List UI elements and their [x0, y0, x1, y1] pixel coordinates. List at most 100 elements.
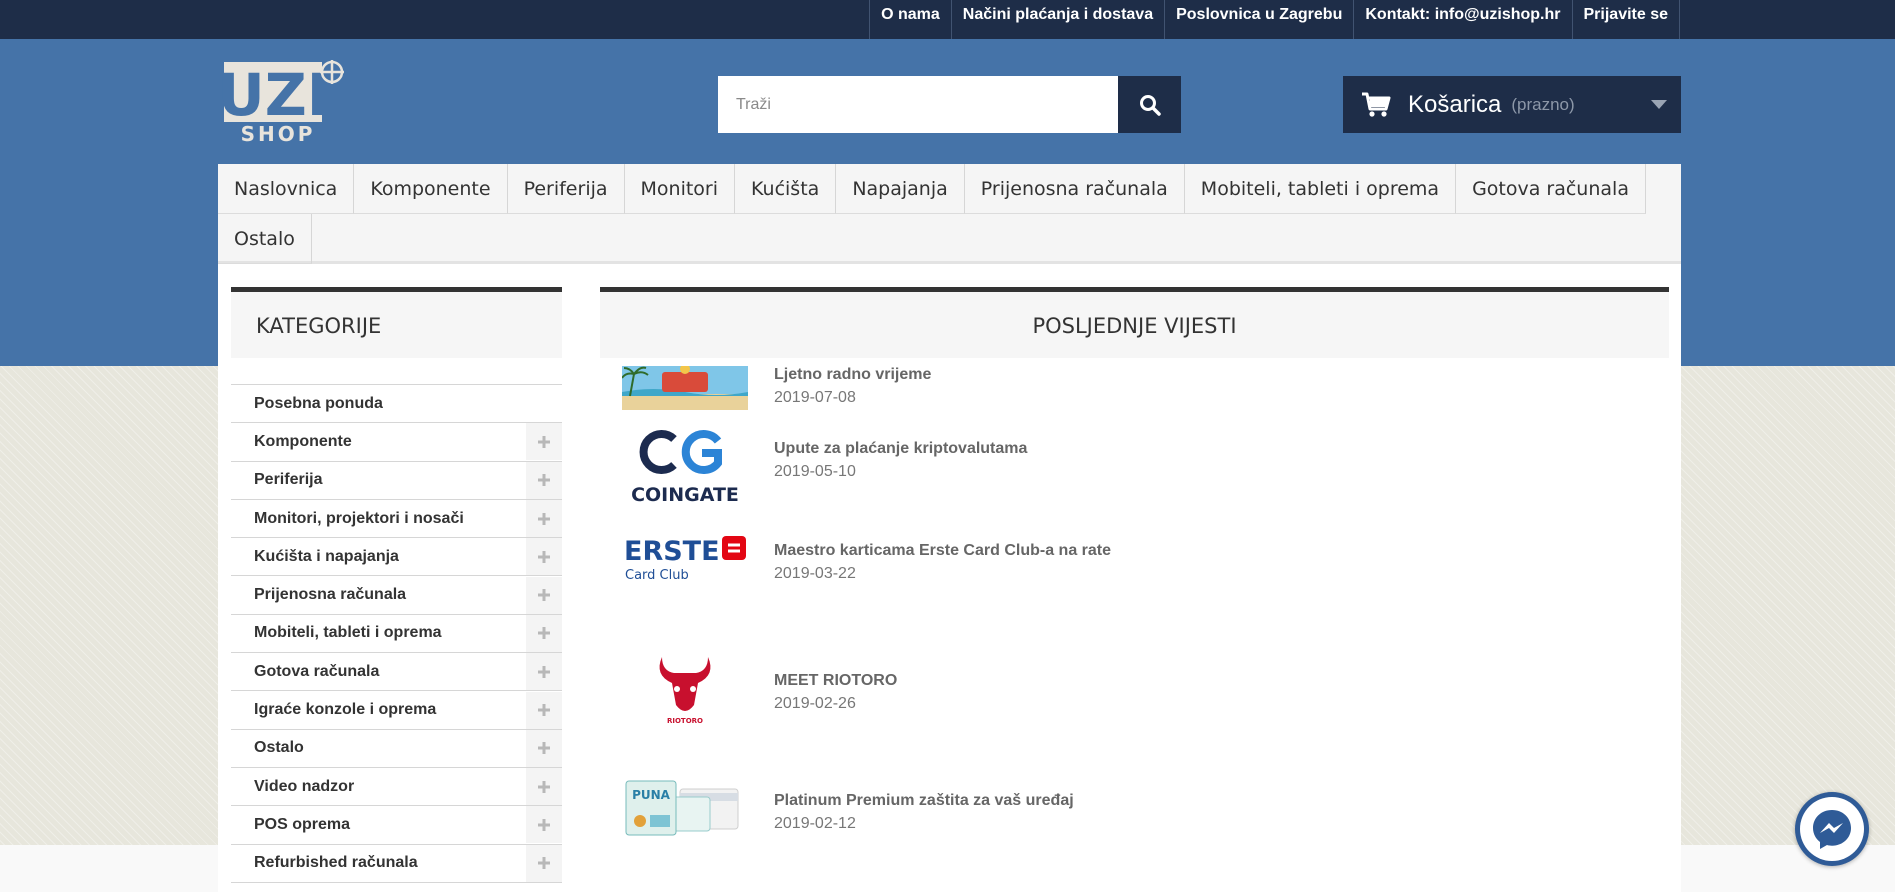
logo-bottom-text: SHOP: [241, 122, 316, 144]
menu-item-home[interactable]: Naslovnica: [218, 164, 355, 214]
news-text: Platinum Premium zaštita za vaš uređaj 2…: [774, 792, 1074, 833]
search-button[interactable]: [1118, 76, 1181, 133]
sidebar-item[interactable]: Kućišta i napajanja: [231, 538, 562, 577]
cart-button[interactable]: Košarica (prazno): [1343, 76, 1681, 133]
plus-icon[interactable]: [526, 423, 562, 461]
riotoro-logo-image[interactable]: RIOTORO: [622, 647, 748, 727]
news-section: POSLJEDNJE VIJESTI Ljetno radno vrijeme …: [600, 287, 1669, 836]
news-title-link[interactable]: Upute za plaćanje kriptovalutama: [774, 440, 1027, 458]
menu-item-monitors[interactable]: Monitori: [624, 164, 736, 214]
coingate-logo-image[interactable]: COINGATE: [622, 427, 748, 507]
sidebar-item[interactable]: Prijenosna računala: [231, 576, 562, 615]
news-text: Ljetno radno vrijeme 2019-07-08: [774, 366, 931, 407]
news-title-link[interactable]: MEET RIOTORO: [774, 672, 897, 690]
news-title-link[interactable]: Platinum Premium zaštita za vaš uređaj: [774, 792, 1074, 810]
sidebar-item-label[interactable]: Kućišta i napajanja: [231, 548, 399, 566]
cart-status: (prazno): [1511, 94, 1575, 114]
sidebar-item-label[interactable]: Periferija: [231, 471, 322, 489]
top-nav-about[interactable]: O nama: [869, 0, 951, 39]
search-input[interactable]: [718, 76, 1118, 133]
news-text: Maestro karticama Erste Card Club-a na r…: [774, 542, 1111, 583]
search-icon: [1139, 94, 1161, 116]
sidebar-item[interactable]: POS oprema: [231, 806, 562, 845]
sidebar-item[interactable]: Periferija: [231, 461, 562, 500]
menu-item-other[interactable]: Ostalo: [218, 214, 312, 264]
cart-icon: [1362, 92, 1391, 117]
sidebar-item[interactable]: Ostalo: [231, 729, 562, 768]
messenger-badge: [1800, 797, 1864, 861]
sidebar-item-label[interactable]: Komponente: [231, 433, 352, 451]
sidebar-item-label[interactable]: Mobiteli, tableti i oprema: [231, 624, 442, 642]
news-date: 2019-07-08: [774, 389, 856, 406]
logo-top-text: UZI: [222, 61, 328, 129]
sidebar-item-label[interactable]: Igraće konzole i oprema: [231, 701, 436, 719]
sidebar-item-label[interactable]: Gotova računala: [231, 663, 379, 681]
coingate-logo-text: COINGATE: [631, 484, 739, 506]
news-date: 2019-03-22: [774, 565, 856, 582]
sidebar-item-label[interactable]: POS oprema: [231, 816, 350, 834]
news-title: POSLJEDNJE VIJESTI: [600, 287, 1669, 358]
puna-logo-text: PUNA: [632, 788, 671, 802]
sidebar-item-label[interactable]: Video nadzor: [231, 778, 354, 796]
menu-item-power-supplies[interactable]: Napajanja: [836, 164, 965, 214]
menu-item-laptops[interactable]: Prijenosna računala: [964, 164, 1185, 214]
menu-item-desktops[interactable]: Gotova računala: [1456, 164, 1646, 214]
sidebar-title: KATEGORIJE: [231, 287, 562, 358]
main-menu: Naslovnica Komponente Periferija Monitor…: [218, 164, 1681, 264]
erste-logo-text: ERSTE: [624, 536, 720, 567]
plus-icon[interactable]: [526, 538, 562, 576]
plus-icon[interactable]: [526, 653, 562, 691]
sidebar-item[interactable]: Igraće konzole i oprema: [231, 691, 562, 730]
top-nav-store-zagreb[interactable]: Poslovnica u Zagrebu: [1164, 0, 1353, 39]
top-nav: O nama Načini plaćanja i dostava Poslovn…: [869, 0, 1680, 39]
erste-logo-image[interactable]: ERSTE Card Club: [622, 528, 748, 584]
page-container: Naslovnica Komponente Periferija Monitor…: [218, 164, 1681, 892]
erste-sub-text: Card Club: [625, 568, 689, 583]
sidebar-item[interactable]: Video nadzor: [231, 768, 562, 807]
uzishop-logo[interactable]: UZI SHOP: [218, 60, 346, 146]
sidebar-item-label[interactable]: Ostalo: [231, 739, 304, 757]
news-date: 2019-02-12: [774, 815, 856, 832]
sidebar-item-label[interactable]: Refurbished računala: [231, 854, 418, 872]
sidebar-item-label[interactable]: Posebna ponuda: [231, 395, 383, 413]
messenger-chat-button[interactable]: [1795, 792, 1869, 866]
search-bar: [718, 76, 1181, 133]
plus-icon[interactable]: [526, 729, 562, 767]
beach-banner-image[interactable]: [622, 366, 748, 410]
news-date: 2019-02-26: [774, 695, 856, 712]
menu-item-peripherals[interactable]: Periferija: [507, 164, 625, 214]
sidebar-item[interactable]: Monitori, projektori i nosači: [231, 500, 562, 539]
menu-item-cases[interactable]: Kućišta: [735, 164, 837, 214]
sidebar-item[interactable]: Mobiteli, tableti i oprema: [231, 614, 562, 654]
sidebar-item[interactable]: Komponente: [231, 423, 562, 462]
menu-item-components[interactable]: Komponente: [354, 164, 508, 214]
news-text: Upute za plaćanje kriptovalutama 2019-05…: [774, 440, 1027, 481]
plus-icon[interactable]: [526, 576, 562, 614]
top-nav-contact[interactable]: Kontakt: info@uzishop.hr: [1353, 0, 1571, 39]
messenger-icon: [1813, 810, 1851, 849]
top-nav-payment-delivery[interactable]: Načini plaćanja i dostava: [950, 0, 1164, 39]
sidebar-item[interactable]: Posebna ponuda: [231, 385, 562, 424]
riotoro-logo-text: RIOTORO: [667, 717, 703, 725]
menu-item-mobiles[interactable]: Mobiteli, tableti i oprema: [1184, 164, 1457, 214]
plus-icon[interactable]: [526, 500, 562, 538]
news-title-link[interactable]: Maestro karticama Erste Card Club-a na r…: [774, 542, 1111, 560]
top-nav-login[interactable]: Prijavite se: [1571, 0, 1680, 39]
plus-icon[interactable]: [526, 461, 562, 499]
news-title-link[interactable]: Ljetno radno vrijeme: [774, 366, 931, 384]
sidebar-item-label[interactable]: Prijenosna računala: [231, 586, 406, 604]
plus-icon[interactable]: [526, 806, 562, 844]
plus-icon[interactable]: [526, 768, 562, 806]
sidebar-item[interactable]: Gotova računala: [231, 653, 562, 692]
plus-icon[interactable]: [526, 691, 562, 729]
plus-icon[interactable]: [526, 844, 562, 882]
sidebar-item[interactable]: Refurbished računala: [231, 844, 562, 883]
category-sidebar: KATEGORIJE Posebna ponuda Komponente Perif…: [231, 287, 562, 883]
plus-icon[interactable]: [526, 614, 562, 652]
puna-cards-image[interactable]: PUNA: [622, 775, 748, 841]
sidebar-item-label[interactable]: Monitori, projektori i nosači: [231, 510, 464, 528]
news-date: 2019-05-10: [774, 463, 856, 480]
category-list: Posebna ponuda Komponente Periferija Monito…: [231, 384, 562, 883]
chevron-down-icon: [1651, 100, 1667, 109]
news-text: MEET RIOTORO 2019-02-26: [774, 672, 897, 713]
